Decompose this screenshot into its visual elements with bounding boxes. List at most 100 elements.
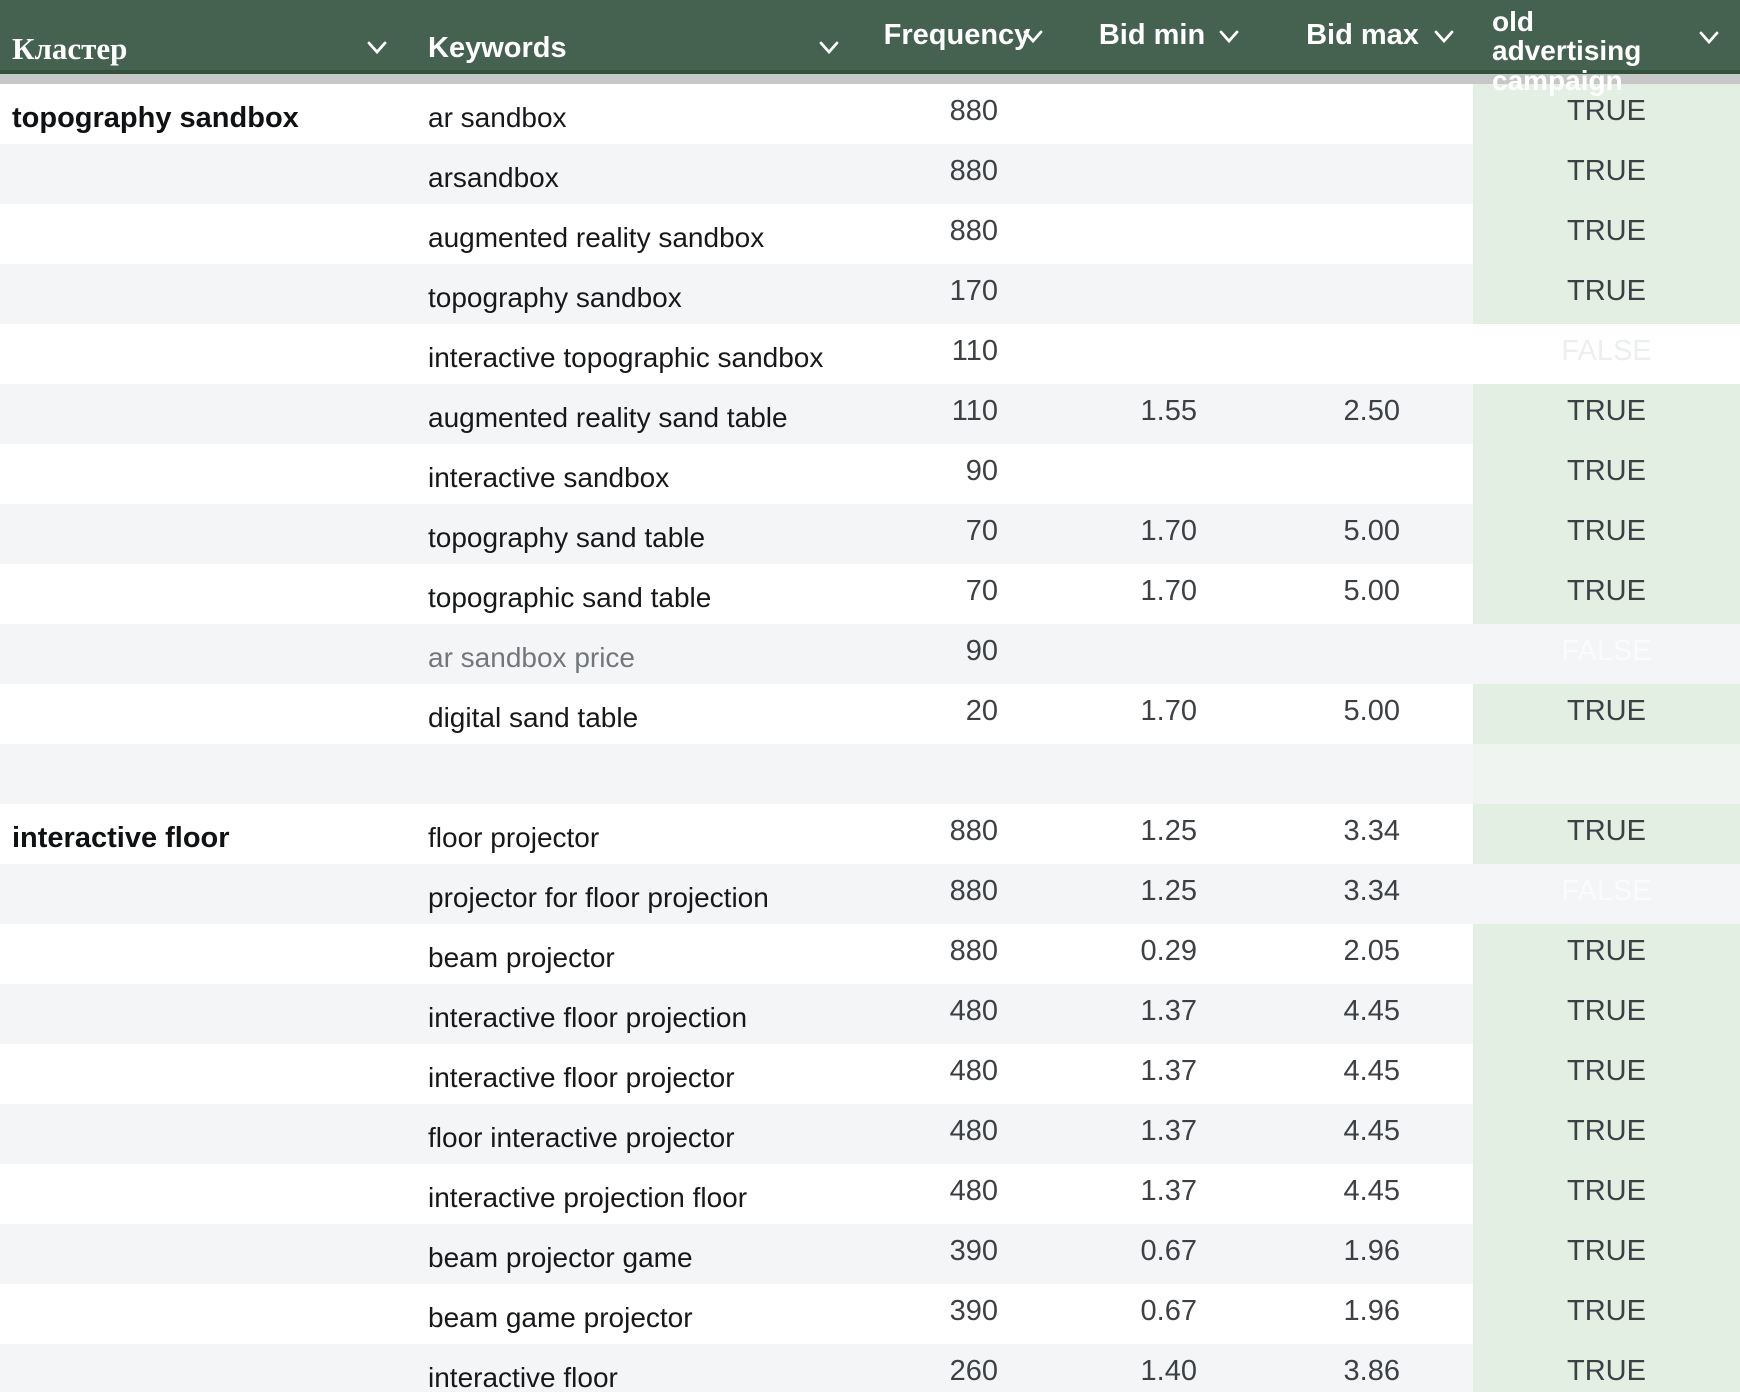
keyword-cell[interactable]: arsandbox [418, 144, 862, 204]
bid-min-cell[interactable] [1052, 84, 1252, 144]
bid-max-cell[interactable]: 4.45 [1252, 1044, 1473, 1104]
bid-min-cell[interactable]: 0.67 [1052, 1224, 1252, 1284]
campaign-filter-button[interactable] [1694, 22, 1724, 52]
cluster-cell[interactable] [0, 684, 418, 744]
campaign-cell[interactable]: TRUE [1473, 384, 1740, 444]
campaign-cell[interactable]: TRUE [1473, 1224, 1740, 1284]
cluster-cell[interactable] [0, 264, 418, 324]
cluster-cell[interactable] [0, 1044, 418, 1104]
frequency-cell[interactable]: 390 [862, 1284, 1052, 1344]
bid-min-cell[interactable]: 1.70 [1052, 564, 1252, 624]
keyword-cell[interactable] [418, 744, 862, 804]
frequency-cell[interactable]: 880 [862, 84, 1052, 144]
bid-max-cell[interactable]: 1.96 [1252, 1284, 1473, 1344]
bid-max-cell[interactable]: 2.50 [1252, 384, 1473, 444]
bid-max-cell[interactable]: 4.45 [1252, 1164, 1473, 1224]
keyword-cell[interactable]: topography sandbox [418, 264, 862, 324]
cluster-cell[interactable] [0, 384, 418, 444]
cluster-cell[interactable] [0, 1104, 418, 1164]
bid-min-cell[interactable]: 1.37 [1052, 1164, 1252, 1224]
frequency-filter-button[interactable] [1018, 21, 1048, 51]
bid-min-filter-button[interactable] [1214, 21, 1244, 51]
campaign-cell[interactable]: TRUE [1473, 684, 1740, 744]
bid-max-cell[interactable] [1252, 624, 1473, 684]
campaign-cell[interactable]: TRUE [1473, 924, 1740, 984]
cluster-cell[interactable] [0, 324, 418, 384]
bid-max-cell[interactable]: 5.00 [1252, 684, 1473, 744]
cluster-cell[interactable] [0, 144, 418, 204]
cluster-cell[interactable] [0, 444, 418, 504]
cluster-cell[interactable] [0, 924, 418, 984]
campaign-cell[interactable]: TRUE [1473, 984, 1740, 1044]
bid-min-cell[interactable]: 0.29 [1052, 924, 1252, 984]
frequency-cell[interactable]: 880 [862, 144, 1052, 204]
keyword-cell[interactable]: beam projector [418, 924, 862, 984]
bid-max-cell[interactable] [1252, 324, 1473, 384]
campaign-cell[interactable]: TRUE [1473, 444, 1740, 504]
frequency-cell[interactable]: 20 [862, 684, 1052, 744]
bid-min-cell[interactable] [1052, 444, 1252, 504]
campaign-cell[interactable]: TRUE [1473, 264, 1740, 324]
cluster-cell[interactable] [0, 504, 418, 564]
frequency-cell[interactable]: 880 [862, 864, 1052, 924]
cluster-cell[interactable] [0, 984, 418, 1044]
frequency-cell[interactable]: 480 [862, 1044, 1052, 1104]
campaign-cell[interactable]: TRUE [1473, 804, 1740, 864]
frequency-cell[interactable]: 70 [862, 504, 1052, 564]
campaign-cell[interactable]: TRUE [1473, 1044, 1740, 1104]
bid-max-cell[interactable]: 5.00 [1252, 504, 1473, 564]
frequency-cell[interactable]: 880 [862, 924, 1052, 984]
campaign-cell[interactable]: FALSE [1473, 324, 1740, 384]
bid-min-cell[interactable]: 1.70 [1052, 504, 1252, 564]
frequency-cell[interactable]: 260 [862, 1344, 1052, 1392]
frequency-cell[interactable]: 90 [862, 624, 1052, 684]
cluster-cell[interactable] [0, 564, 418, 624]
bid-min-cell[interactable]: 1.25 [1052, 864, 1252, 924]
bid-max-cell[interactable]: 2.05 [1252, 924, 1473, 984]
campaign-cell[interactable]: TRUE [1473, 1344, 1740, 1392]
bid-max-cell[interactable]: 4.45 [1252, 984, 1473, 1044]
cluster-cell[interactable] [0, 1224, 418, 1284]
bid-max-cell[interactable] [1252, 144, 1473, 204]
bid-min-cell[interactable] [1052, 744, 1252, 804]
frequency-cell[interactable]: 390 [862, 1224, 1052, 1284]
campaign-cell[interactable]: TRUE [1473, 204, 1740, 264]
bid-max-cell[interactable]: 1.96 [1252, 1224, 1473, 1284]
bid-max-cell[interactable] [1252, 444, 1473, 504]
keyword-cell[interactable]: augmented reality sandbox [418, 204, 862, 264]
keyword-cell[interactable]: ar sandbox [418, 84, 862, 144]
keyword-cell[interactable]: interactive floor projection [418, 984, 862, 1044]
frequency-cell[interactable]: 480 [862, 1164, 1052, 1224]
bid-min-cell[interactable] [1052, 324, 1252, 384]
keywords-filter-button[interactable] [814, 32, 844, 62]
cluster-cell[interactable]: topography sandbox [0, 84, 418, 144]
bid-min-cell[interactable] [1052, 204, 1252, 264]
campaign-cell[interactable]: TRUE [1473, 1104, 1740, 1164]
campaign-cell[interactable]: TRUE [1473, 144, 1740, 204]
bid-min-cell[interactable]: 1.37 [1052, 984, 1252, 1044]
cluster-cell[interactable] [0, 204, 418, 264]
keyword-cell[interactable]: floor projector [418, 804, 862, 864]
campaign-cell[interactable]: FALSE [1473, 864, 1740, 924]
column-header-frequency[interactable]: Frequency [862, 0, 1052, 70]
column-header-bid-min[interactable]: Bid min [1052, 0, 1252, 70]
campaign-cell[interactable]: FALSE [1473, 624, 1740, 684]
cluster-cell[interactable] [0, 744, 418, 804]
bid-max-cell[interactable] [1252, 264, 1473, 324]
keyword-cell[interactable]: topography sand table [418, 504, 862, 564]
keyword-cell[interactable]: augmented reality sand table [418, 384, 862, 444]
keyword-cell[interactable]: beam projector game [418, 1224, 862, 1284]
keyword-cell[interactable]: interactive topographic sandbox [418, 324, 862, 384]
frequency-cell[interactable]: 70 [862, 564, 1052, 624]
column-header-bid-max[interactable]: Bid max [1252, 0, 1473, 70]
cluster-cell[interactable] [0, 1164, 418, 1224]
campaign-cell[interactable]: TRUE [1473, 564, 1740, 624]
cluster-cell[interactable] [0, 864, 418, 924]
keyword-cell[interactable]: floor interactive projector [418, 1104, 862, 1164]
keyword-cell[interactable]: projector for floor projection [418, 864, 862, 924]
bid-max-cell[interactable] [1252, 84, 1473, 144]
bid-max-cell[interactable]: 5.00 [1252, 564, 1473, 624]
bid-min-cell[interactable] [1052, 264, 1252, 324]
frequency-cell[interactable]: 170 [862, 264, 1052, 324]
bid-min-cell[interactable] [1052, 624, 1252, 684]
